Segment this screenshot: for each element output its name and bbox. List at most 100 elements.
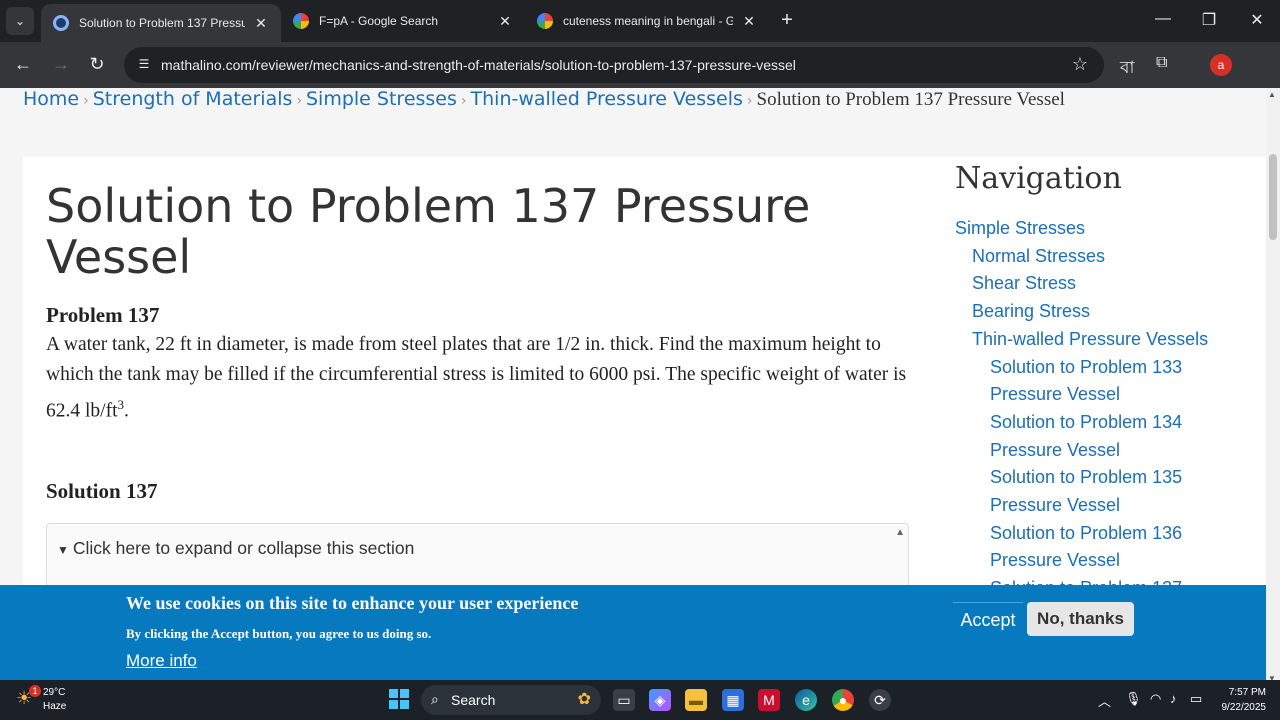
- nav-link-bearing-stress[interactable]: Bearing Stress: [972, 301, 1090, 321]
- inner-scroll-up-icon[interactable]: ▲: [895, 527, 905, 538]
- profile-avatar[interactable]: a: [1210, 54, 1232, 76]
- nav-link-problem-135[interactable]: Solution to Problem 135: [990, 467, 1182, 487]
- weather-description[interactable]: Haze: [43, 701, 66, 712]
- chrome-browser-icon[interactable]: ●: [832, 689, 854, 711]
- tab-google-search-cuteness[interactable]: cuteness meaning in bengali - Google Sea…: [525, 0, 769, 42]
- nav-item: Pressure Vessel: [955, 547, 1255, 575]
- tab-close-icon[interactable]: ✕: [497, 13, 513, 30]
- cookie-title: We use cookies on this site to enhance y…: [126, 593, 579, 613]
- accept-button[interactable]: Accept: [953, 602, 1023, 636]
- nav-link-normal-stresses[interactable]: Normal Stresses: [972, 246, 1105, 266]
- breadcrumb-separator: ›: [83, 93, 89, 109]
- back-arrow-icon[interactable]: ←: [12, 54, 34, 75]
- taskbar-search-box[interactable]: ⌕ Search ✿: [421, 685, 601, 715]
- wifi-icon[interactable]: ◠: [1150, 691, 1161, 707]
- page-title: Solution to Problem 137 Pressure Vessel: [46, 179, 811, 284]
- collapse-label: Click here to expand or collapse this se…: [72, 538, 415, 558]
- tab-search-chevron-icon[interactable]: ⌄: [6, 7, 34, 35]
- problem-end: .: [124, 400, 129, 422]
- breadcrumb-simple-stresses[interactable]: Simple Stresses: [306, 88, 457, 110]
- breadcrumb-separator: ›: [296, 93, 302, 109]
- nav-item: Pressure Vessel: [955, 381, 1255, 409]
- breadcrumb-home[interactable]: Home: [23, 88, 79, 110]
- nav-item: Normal Stresses: [955, 243, 1255, 271]
- edge-browser-icon[interactable]: e: [795, 689, 817, 711]
- scroll-up-arrow-icon[interactable]: ▲: [1268, 90, 1276, 99]
- tab-title: F=pA - Google Search: [319, 14, 439, 28]
- nav-link-thin-walled[interactable]: Thin-walled Pressure Vessels: [972, 329, 1208, 349]
- bookmark-star-icon[interactable]: ☆: [1072, 54, 1088, 75]
- volume-icon[interactable]: ♪: [1170, 691, 1177, 706]
- extensions-puzzle-icon[interactable]: ⧉: [1156, 54, 1167, 72]
- forward-arrow-icon[interactable]: →: [50, 54, 72, 75]
- google-favicon-icon: [537, 13, 553, 29]
- search-highlight-icon: ✿: [577, 691, 591, 708]
- nav-item: Thin-walled Pressure Vessels: [955, 326, 1255, 354]
- nav-link-problem-134-cont[interactable]: Pressure Vessel: [990, 440, 1120, 460]
- nav-item: Solution to Problem 134: [955, 409, 1255, 437]
- weather-notification-badge: 1: [29, 685, 41, 697]
- web-page: Home › Strength of Materials › Simple Stress…: [0, 88, 1266, 685]
- copilot-icon[interactable]: ◈: [649, 689, 671, 711]
- weather-temperature[interactable]: 29°C: [43, 687, 65, 698]
- cookie-more-info-link[interactable]: More info: [126, 651, 197, 671]
- breadcrumb-separator: ›: [746, 93, 753, 109]
- breadcrumb-thin-walled[interactable]: Thin-walled Pressure Vessels: [471, 88, 743, 110]
- site-info-icon[interactable]: ☰: [136, 57, 152, 73]
- nav-link-problem-136-cont[interactable]: Pressure Vessel: [990, 550, 1120, 570]
- cookie-banner: We use cookies on this site to enhance y…: [0, 585, 1266, 680]
- battery-icon[interactable]: ▭: [1190, 691, 1202, 707]
- navigation-title: Navigation: [955, 161, 1122, 196]
- nav-item: Pressure Vessel: [955, 492, 1255, 520]
- translate-icon[interactable]: বা: [1120, 55, 1134, 83]
- breadcrumb-strength-of-materials[interactable]: Strength of Materials: [93, 88, 293, 110]
- tab-close-icon[interactable]: ✕: [253, 15, 269, 32]
- show-hidden-icons-chevron-icon[interactable]: ︿: [1098, 691, 1111, 710]
- new-tab-plus-icon[interactable]: +: [776, 10, 798, 32]
- problem-statement: A water tank, 22 ft in diameter, is made…: [46, 330, 911, 427]
- nav-link-shear-stress[interactable]: Shear Stress: [972, 273, 1076, 293]
- collapse-toggle[interactable]: ▼ Click here to expand or collapse this s…: [57, 538, 414, 559]
- nav-item: Bearing Stress: [955, 298, 1255, 326]
- nav-link-problem-133[interactable]: Solution to Problem 133: [990, 357, 1182, 377]
- windows-start-icon[interactable]: [389, 689, 409, 709]
- tab-close-icon[interactable]: ✕: [741, 13, 757, 30]
- nav-item: Shear Stress: [955, 270, 1255, 298]
- task-view-icon[interactable]: ▭: [613, 689, 635, 711]
- minimize-icon[interactable]: —: [1153, 10, 1173, 28]
- triangle-down-icon: ▼: [57, 543, 69, 557]
- page-scrollbar[interactable]: ▲ ▼: [1266, 88, 1280, 685]
- breadcrumb: Home › Strength of Materials › Simple Stress…: [23, 88, 1065, 111]
- problem-heading: Problem 137: [46, 303, 160, 327]
- breadcrumb-separator: ›: [460, 93, 467, 109]
- clock-time: 7:57 PM: [1228, 687, 1266, 698]
- restore-icon[interactable]: ❐: [1199, 10, 1219, 30]
- mathalino-favicon-icon: [53, 15, 69, 31]
- close-window-icon[interactable]: ✕: [1247, 10, 1267, 30]
- address-bar[interactable]: ☰ mathalino.com/reviewer/mechanics-and-s…: [124, 47, 1104, 83]
- reload-icon[interactable]: ↻: [86, 54, 108, 75]
- tab-active[interactable]: Solution to Problem 137 Pressure Vessel …: [41, 4, 281, 42]
- clock-date: 9/22/2025: [1221, 702, 1267, 713]
- file-explorer-icon[interactable]: ▬: [685, 689, 707, 711]
- scrollbar-thumb[interactable]: [1269, 154, 1277, 240]
- no-thanks-button[interactable]: No, thanks: [1027, 602, 1134, 636]
- nav-link-problem-136[interactable]: Solution to Problem 136: [990, 523, 1182, 543]
- nav-item: Solution to Problem 136: [955, 520, 1255, 548]
- nav-link-problem-134[interactable]: Solution to Problem 134: [990, 412, 1182, 432]
- solution-heading: Solution 137: [46, 479, 158, 503]
- microsoft-store-icon[interactable]: ▦: [722, 689, 744, 711]
- tab-google-search-fpa[interactable]: F=pA - Google Search ✕: [281, 0, 525, 42]
- mcafee-icon[interactable]: M: [758, 689, 780, 711]
- url-text[interactable]: mathalino.com/reviewer/mechanics-and-str…: [161, 57, 796, 73]
- nav-link-simple-stresses[interactable]: Simple Stresses: [955, 218, 1085, 238]
- tab-title: Solution to Problem 137 Pressure Vessel: [79, 16, 245, 30]
- taskbar-search-label: Search: [451, 692, 496, 708]
- tab-title: cuteness meaning in bengali - Google Sea…: [563, 14, 733, 28]
- nav-link-problem-133-cont[interactable]: Pressure Vessel: [990, 384, 1120, 404]
- update-notification-icon[interactable]: ⟳: [869, 689, 891, 711]
- system-clock[interactable]: 7:57 PM 9/22/2025: [1214, 685, 1267, 715]
- nav-link-problem-135-cont[interactable]: Pressure Vessel: [990, 495, 1120, 515]
- nav-item: Solution to Problem 135: [955, 464, 1255, 492]
- microphone-icon[interactable]: 🎙: [1125, 691, 1142, 707]
